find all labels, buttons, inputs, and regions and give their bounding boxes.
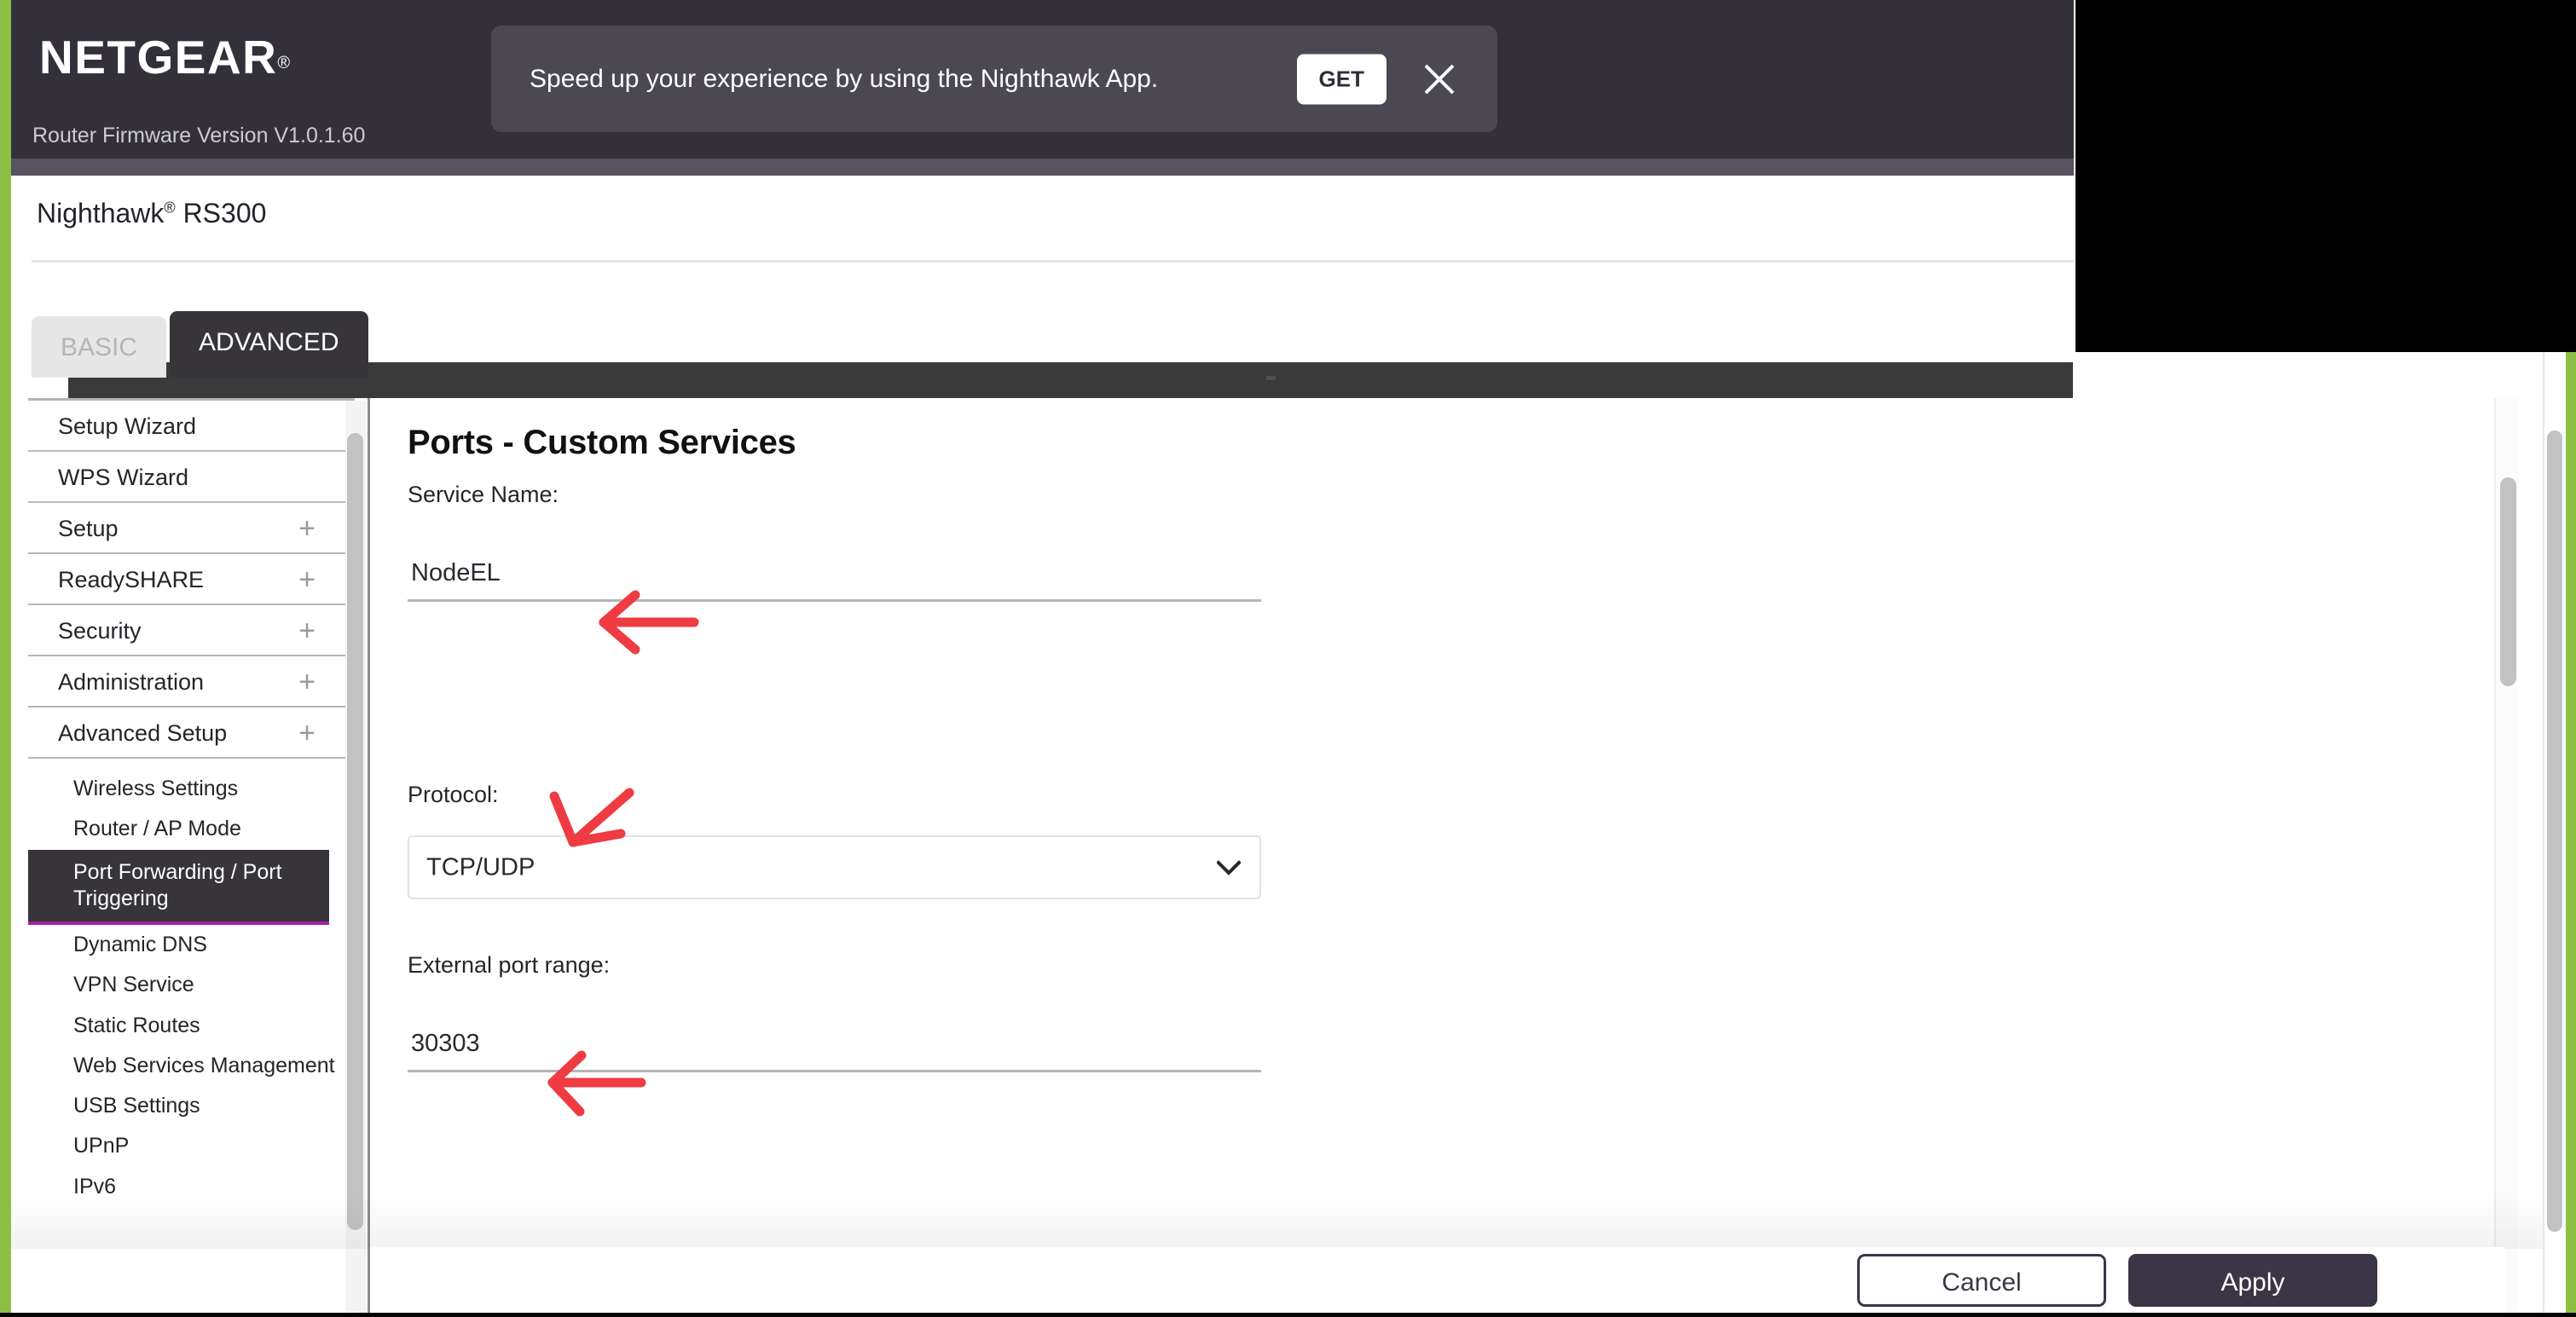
sidebar-top-menu: Setup Wizard WPS Wizard Setup + ReadySHA… — [28, 401, 355, 759]
chevron-down-icon[interactable] — [1216, 859, 1242, 875]
nighthawk-app-promo-banner: Speed up your experience by using the Ni… — [491, 26, 1497, 132]
sidebar-item-ipv6[interactable]: IPv6 — [28, 1167, 355, 1207]
plus-icon[interactable]: + — [298, 503, 315, 554]
action-bar: Cancel Apply — [370, 1247, 2505, 1317]
plus-icon[interactable]: + — [298, 708, 315, 759]
service-name-label: Service Name: — [408, 482, 559, 507]
protocol-selected-value: TCP/UDP — [426, 853, 535, 881]
product-name-model: RS300 — [175, 198, 267, 228]
protocol-label: Protocol: — [408, 782, 499, 807]
sidebar-item-router-ap-mode[interactable]: Router / AP Mode — [28, 809, 355, 849]
external-port-range-label: External port range: — [408, 952, 611, 978]
main-content-panel: Ports - Custom Services Service Name: Pr… — [370, 398, 2505, 1317]
sidebar-item-dynamic-dns[interactable]: Dynamic DNS — [28, 925, 355, 965]
sidebar-item-static-routes[interactable]: Static Routes — [28, 1006, 355, 1046]
occluded-region-overlay — [2075, 0, 2576, 352]
brand-accent-stripe-left — [0, 0, 11, 1317]
bottom-edge — [0, 1313, 2576, 1317]
sidebar-item-advanced-setup[interactable]: Advanced Setup + — [28, 708, 355, 759]
product-name-row: Nighthawk® RS300 — [11, 176, 2074, 260]
tab-advanced[interactable]: ADVANCED — [170, 311, 368, 378]
router-admin-page: NETGEAR® Router Firmware Version V1.0.1.… — [0, 0, 2576, 1317]
tab-basic[interactable]: BASIC — [32, 316, 167, 378]
content-top-bar — [68, 362, 2073, 398]
sidebar-item-label: Advanced Setup — [58, 720, 228, 746]
promo-get-button[interactable]: GET — [1296, 54, 1386, 104]
browser-scrollbar-thumb[interactable] — [2547, 430, 2562, 1232]
sidebar-item-label: Setup — [58, 516, 119, 541]
firmware-version-label: Router Firmware Version V1.0.1.60 — [32, 124, 366, 147]
sidebar-nav: Setup Wizard WPS Wizard Setup + ReadySHA… — [28, 398, 355, 1317]
field-protocol: Protocol: TCP/UDP — [408, 782, 1261, 899]
plus-icon[interactable]: + — [298, 554, 315, 605]
registered-icon: ® — [164, 199, 176, 217]
sidebar-submenu-advanced-setup: Wireless Settings Router / AP Mode Port … — [28, 759, 355, 1207]
protocol-select[interactable]: TCP/UDP — [408, 835, 1261, 899]
sidebar-item-label: Security — [58, 618, 142, 644]
sidebar-item-label: Setup Wizard — [58, 413, 197, 439]
sidebar-item-wireless-settings[interactable]: Wireless Settings — [28, 769, 355, 809]
promo-message: Speed up your experience by using the Ni… — [530, 64, 1159, 93]
mode-tabs: BASIC ADVANCED — [32, 311, 368, 378]
sidebar-item-label: WPS Wizard — [58, 465, 189, 490]
sidebar-item-setup[interactable]: Setup + — [28, 503, 355, 554]
sidebar-item-port-forwarding-port-triggering[interactable]: Port Forwarding / Port Triggering — [28, 849, 329, 925]
external-port-range-input[interactable] — [408, 1030, 1261, 1072]
sidebar-item-security[interactable]: Security + — [28, 605, 355, 656]
product-name-base: Nighthawk — [37, 198, 165, 228]
field-service-name: Service Name: — [408, 482, 1261, 602]
top-header: NETGEAR® Router Firmware Version V1.0.1.… — [11, 0, 2074, 159]
page-title: Ports - Custom Services — [408, 424, 796, 461]
sidebar-item-label: ReadySHARE — [58, 567, 205, 592]
sidebar-scrollbar-thumb[interactable] — [347, 433, 363, 1230]
service-name-input[interactable] — [408, 559, 1261, 602]
header-underbar — [11, 159, 2074, 176]
cancel-button[interactable]: Cancel — [1857, 1254, 2106, 1307]
sidebar-item-upnp[interactable]: UPnP — [28, 1126, 355, 1166]
sidebar-item-setup-wizard[interactable]: Setup Wizard — [28, 401, 355, 452]
sidebar-item-label: Administration — [58, 669, 205, 695]
netgear-logo-text: NETGEAR — [39, 31, 278, 84]
divider — [32, 260, 2074, 263]
sidebar-item-web-services-management[interactable]: Web Services Management — [28, 1046, 355, 1086]
sidebar-item-readyshare[interactable]: ReadySHARE + — [28, 554, 355, 605]
netgear-logo: NETGEAR® — [39, 34, 466, 81]
page-scrollbar-thumb[interactable] — [2500, 477, 2516, 686]
topbar-marker — [1266, 376, 1276, 380]
plus-icon[interactable]: + — [298, 605, 315, 656]
apply-button[interactable]: Apply — [2128, 1254, 2377, 1307]
close-icon[interactable] — [1420, 60, 1459, 99]
sidebar-item-vpn-service[interactable]: VPN Service — [28, 965, 355, 1005]
registered-mark-icon: ® — [277, 53, 292, 72]
sidebar-item-wps-wizard[interactable]: WPS Wizard — [28, 452, 355, 503]
sidebar-item-administration[interactable]: Administration + — [28, 656, 355, 708]
field-external-port-range: External port range: — [408, 952, 1261, 1072]
plus-icon[interactable]: + — [298, 656, 315, 708]
page-title-product: Nighthawk® RS300 — [37, 198, 266, 229]
sidebar-item-usb-settings[interactable]: USB Settings — [28, 1086, 355, 1126]
